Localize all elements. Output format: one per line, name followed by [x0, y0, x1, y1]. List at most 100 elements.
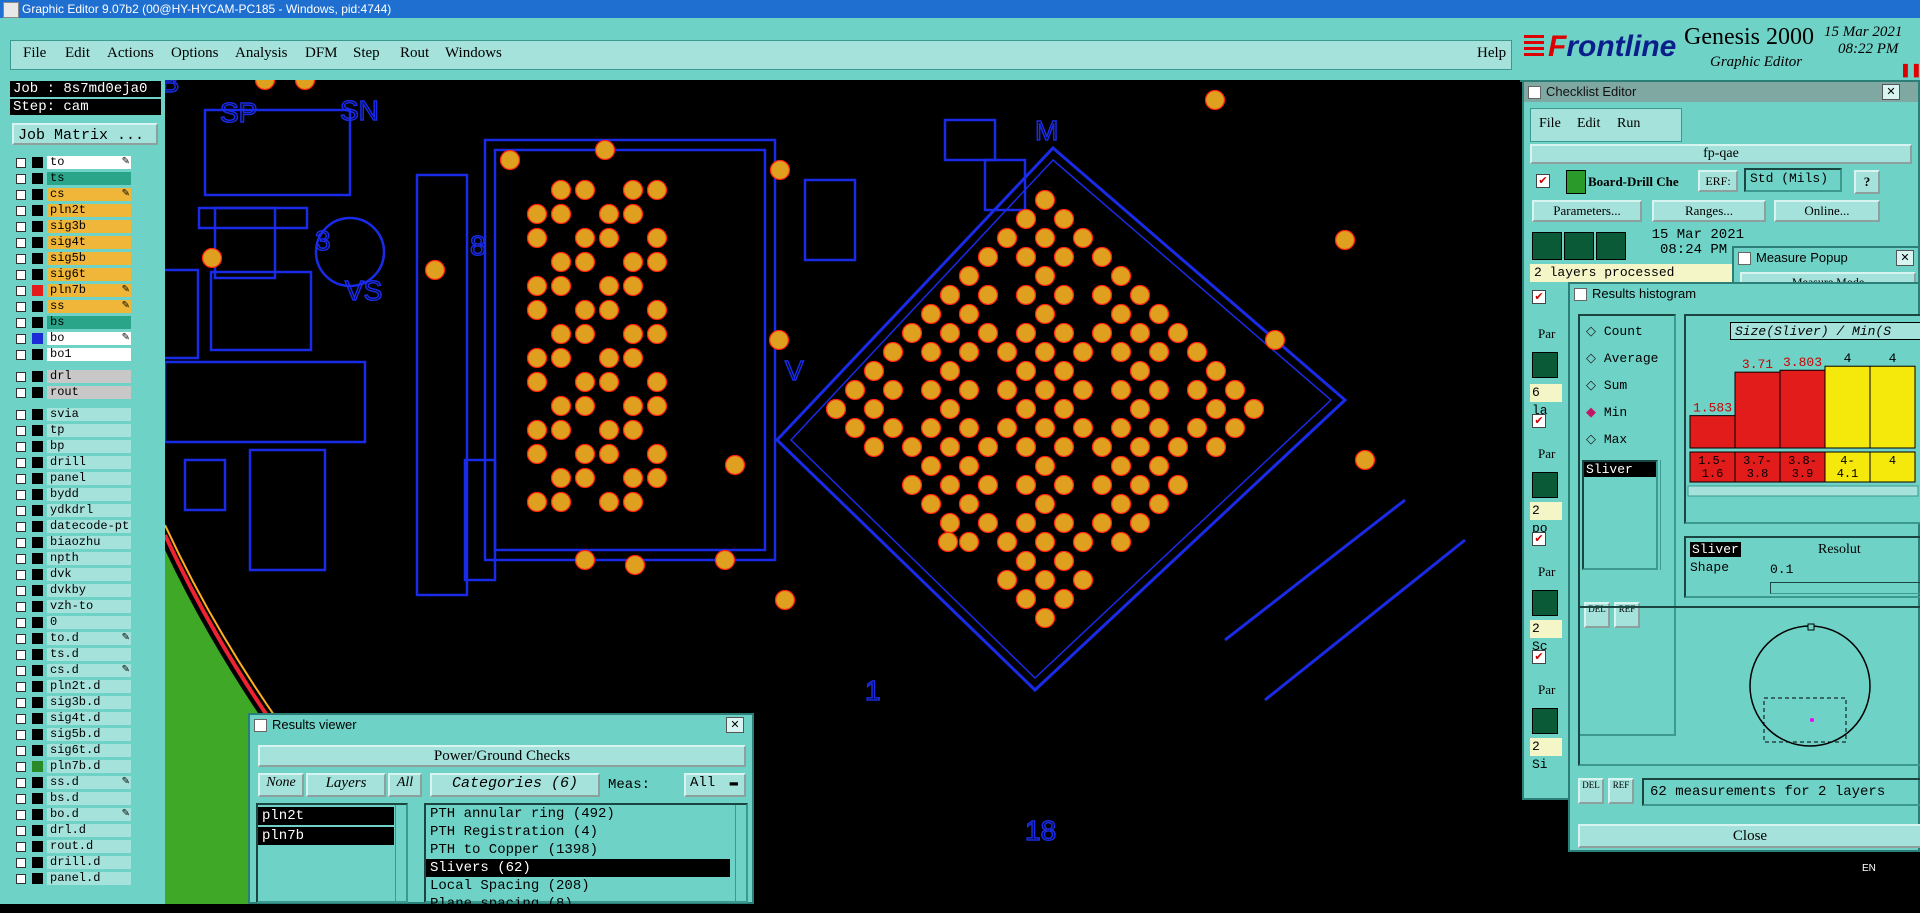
layer-color-swatch[interactable]	[32, 387, 43, 398]
layer-row[interactable]: to ✎	[12, 156, 134, 169]
layer-color-swatch[interactable]	[32, 425, 43, 436]
layer-color-swatch[interactable]	[32, 713, 43, 724]
ref-button[interactable]: REF	[1608, 778, 1634, 804]
layer-row[interactable]: sig4t	[12, 236, 134, 249]
layer-name[interactable]: vzh-to	[47, 600, 131, 613]
run-icon[interactable]	[1532, 708, 1558, 734]
radio-icon[interactable]: ◇	[1586, 324, 1604, 339]
histogram-bar[interactable]	[1779, 369, 1826, 449]
layer-color-swatch[interactable]	[32, 537, 43, 548]
layer-checkbox[interactable]	[16, 426, 26, 436]
layer-checkbox[interactable]	[16, 794, 26, 804]
list-item[interactable]: pln7b	[258, 827, 394, 845]
layer-row[interactable]: drill	[12, 456, 134, 469]
layer-row[interactable]: svia	[12, 408, 134, 421]
meas-select[interactable]: All ▬	[684, 773, 746, 797]
layer-row[interactable]: pln7b ✎	[12, 284, 134, 297]
layer-row[interactable]: bydd	[12, 488, 134, 501]
layer-name[interactable]: to.d	[47, 632, 131, 645]
layer-color-swatch[interactable]	[32, 825, 43, 836]
layer-row[interactable]: panel	[12, 472, 134, 485]
layer-name[interactable]: cs.d	[47, 664, 131, 677]
close-icon[interactable]: ✕	[1896, 250, 1914, 266]
layer-checkbox[interactable]	[16, 762, 26, 772]
histogram-chart[interactable]: 1.583 1.5-1.6 3.71 3.7-3.8 3.803 3.8-3.9 4 4-4.…	[1686, 316, 1920, 522]
none-button[interactable]: None	[258, 773, 304, 797]
histogram-bar[interactable]	[1689, 415, 1736, 449]
list-item[interactable]: Slivers (62)	[426, 859, 730, 877]
layer-name[interactable]: panel.d	[47, 872, 131, 885]
layer-checkbox[interactable]	[16, 206, 26, 216]
layer-name[interactable]: svia	[47, 408, 131, 421]
list-item[interactable]: PTH to Copper (1398)	[426, 841, 746, 859]
menu-edit[interactable]: Edit	[65, 45, 90, 62]
layer-row[interactable]: vzh-to	[12, 600, 134, 613]
layer-row[interactable]: ss ✎	[12, 300, 134, 313]
layer-row[interactable]: bo ✎	[12, 332, 134, 345]
layer-name[interactable]: panel	[47, 472, 131, 485]
layer-row[interactable]: cs.d ✎	[12, 664, 134, 677]
layer-row[interactable]: rout.d	[12, 840, 134, 853]
parameters-button[interactable]: Parameters...	[1532, 200, 1642, 222]
layer-row[interactable]: rout	[12, 386, 134, 399]
layer-name[interactable]: dvkby	[47, 584, 131, 597]
layer-color-swatch[interactable]	[32, 665, 43, 676]
layer-name[interactable]: ts.d	[47, 648, 131, 661]
help-button[interactable]: ?	[1854, 170, 1880, 194]
list-item[interactable]: Local Spacing (208)	[426, 877, 746, 895]
layer-checkbox[interactable]	[16, 714, 26, 724]
layer-name[interactable]: ss.d	[47, 776, 131, 789]
layer-color-swatch[interactable]	[32, 777, 43, 788]
layer-checkbox[interactable]	[16, 586, 26, 596]
layer-row[interactable]: dvk	[12, 568, 134, 581]
layer-color-swatch[interactable]	[32, 349, 43, 360]
checklist-menu-run[interactable]: Run	[1617, 116, 1640, 132]
layer-name[interactable]: sig5b	[47, 252, 131, 265]
list-item[interactable]: PTH Registration (4)	[426, 823, 746, 841]
layer-name[interactable]: sig4t.d	[47, 712, 131, 725]
layer-color-swatch[interactable]	[32, 409, 43, 420]
layer-row[interactable]: bo1	[12, 348, 134, 361]
layer-checkbox[interactable]	[16, 618, 26, 628]
layer-row[interactable]: drl.d	[12, 824, 134, 837]
layer-checkbox[interactable]	[16, 858, 26, 868]
layer-name[interactable]: biaozhu	[47, 536, 131, 549]
scrollbar[interactable]	[735, 805, 746, 901]
layer-color-swatch[interactable]	[32, 585, 43, 596]
layer-name[interactable]: pln7b.d	[47, 760, 131, 773]
layer-color-swatch[interactable]	[32, 505, 43, 516]
layer-row[interactable]: sig5b	[12, 252, 134, 265]
layer-name[interactable]: dvk	[47, 568, 131, 581]
layer-row[interactable]: pln2t	[12, 204, 134, 217]
option-count[interactable]: ◇ Count	[1586, 324, 1643, 339]
layer-color-swatch[interactable]	[32, 205, 43, 216]
layer-checkbox[interactable]	[16, 334, 26, 344]
categories-button[interactable]: Categories (6)	[430, 773, 600, 797]
layer-row[interactable]: sig3b	[12, 220, 134, 233]
layer-checkbox[interactable]	[16, 286, 26, 296]
layer-name[interactable]: 0	[47, 616, 131, 629]
checklist-menu-file[interactable]: File	[1539, 116, 1561, 132]
layer-row[interactable]: dvkby	[12, 584, 134, 597]
histogram-bar[interactable]	[1869, 365, 1916, 449]
layer-name[interactable]: datecode-pt	[47, 520, 131, 533]
layer-name[interactable]: sig3b	[47, 220, 131, 233]
checkbox[interactable]: ✔	[1532, 290, 1546, 304]
layer-name[interactable]: rout.d	[47, 840, 131, 853]
layer-color-swatch[interactable]	[32, 473, 43, 484]
layer-color-swatch[interactable]	[32, 617, 43, 628]
layer-row[interactable]: sig6t.d	[12, 744, 134, 757]
layer-color-swatch[interactable]	[32, 809, 43, 820]
run-icon[interactable]	[1532, 232, 1562, 260]
layer-color-swatch[interactable]	[32, 601, 43, 612]
layer-checkbox[interactable]	[16, 778, 26, 788]
layer-color-swatch[interactable]	[32, 285, 43, 296]
layer-checkbox[interactable]	[16, 190, 26, 200]
layer-row[interactable]: panel.d	[12, 872, 134, 885]
run-icon[interactable]	[1532, 472, 1558, 498]
layer-color-swatch[interactable]	[32, 301, 43, 312]
layer-row[interactable]: datecode-pt	[12, 520, 134, 533]
histogram-bar[interactable]	[1824, 365, 1871, 449]
menu-analysis[interactable]: Analysis	[235, 45, 288, 62]
layer-name[interactable]: bs	[47, 316, 131, 329]
